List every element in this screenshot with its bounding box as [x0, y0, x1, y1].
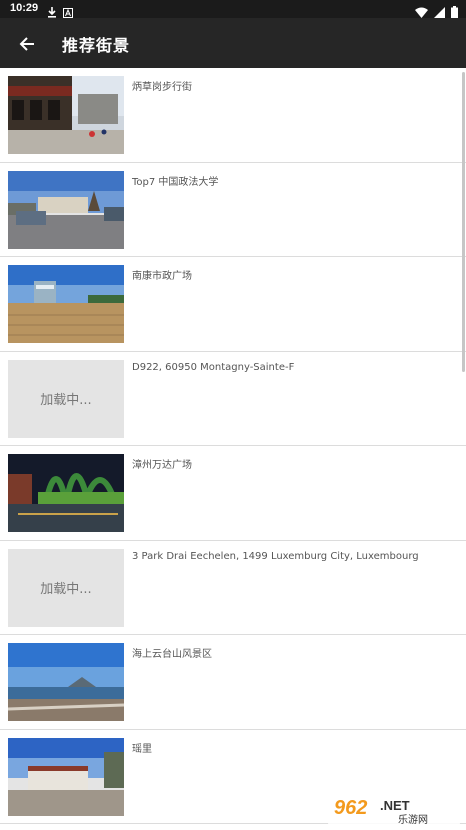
item-title: 3 Park Drai Eechelen, 1499 Luxemburg Cit…: [132, 550, 419, 562]
svg-text:962: 962: [334, 797, 367, 819]
item-title: 海上云台山风景区: [132, 649, 212, 660]
item-title: 炳草岗步行街: [132, 82, 192, 93]
scrollbar[interactable]: [462, 72, 465, 372]
item-title: 漳州万达广场: [132, 460, 192, 471]
page-title: 推荐街景: [62, 36, 131, 55]
list-item[interactable]: 炳草岗步行街: [0, 68, 466, 163]
status-bar: 10:29: [0, 0, 466, 18]
svg-text:乐游网: 乐游网: [398, 813, 428, 826]
list-item[interactable]: 海上云台山风景区: [0, 635, 466, 730]
list-item[interactable]: 加载中... D922, 60950 Montagny-Sainte-F: [0, 352, 466, 446]
loading-text: 加载中...: [40, 582, 92, 597]
street-view-list[interactable]: 炳草岗步行街 Top7 中国政法大学 南康市政广场 加载中... D922, 6…: [0, 68, 466, 830]
list-item[interactable]: 加载中... 3 Park Drai Eechelen, 1499 Luxemb…: [0, 541, 466, 635]
item-title: D922, 60950 Montagny-Sainte-F: [132, 361, 295, 373]
loading-text: 加载中...: [40, 393, 92, 408]
item-title: 南康市政广场: [132, 271, 192, 282]
back-button[interactable]: [14, 31, 40, 57]
thumbnail-loading: 加载中...: [8, 548, 124, 627]
list-item[interactable]: 漳州万达广场: [0, 446, 466, 541]
item-title: 瑶里: [132, 743, 152, 755]
thumbnail: [8, 265, 124, 343]
watermark-logo: 962 .NET 乐游网: [328, 792, 460, 826]
list-item[interactable]: 南康市政广场: [0, 257, 466, 352]
list-item[interactable]: Top7 中国政法大学: [0, 163, 466, 257]
item-title: Top7 中国政法大学: [132, 176, 219, 188]
svg-text:.NET: .NET: [380, 798, 410, 813]
thumbnail: [8, 737, 124, 816]
status-time: 10:29: [10, 2, 39, 14]
thumbnail: [8, 76, 124, 154]
thumbnail: [8, 643, 124, 721]
thumbnail-loading: 加载中...: [8, 359, 124, 438]
thumbnail: [8, 454, 124, 532]
app-bar: 推荐街景: [0, 18, 466, 68]
thumbnail: [8, 170, 124, 249]
arrow-left-icon: [19, 37, 34, 51]
